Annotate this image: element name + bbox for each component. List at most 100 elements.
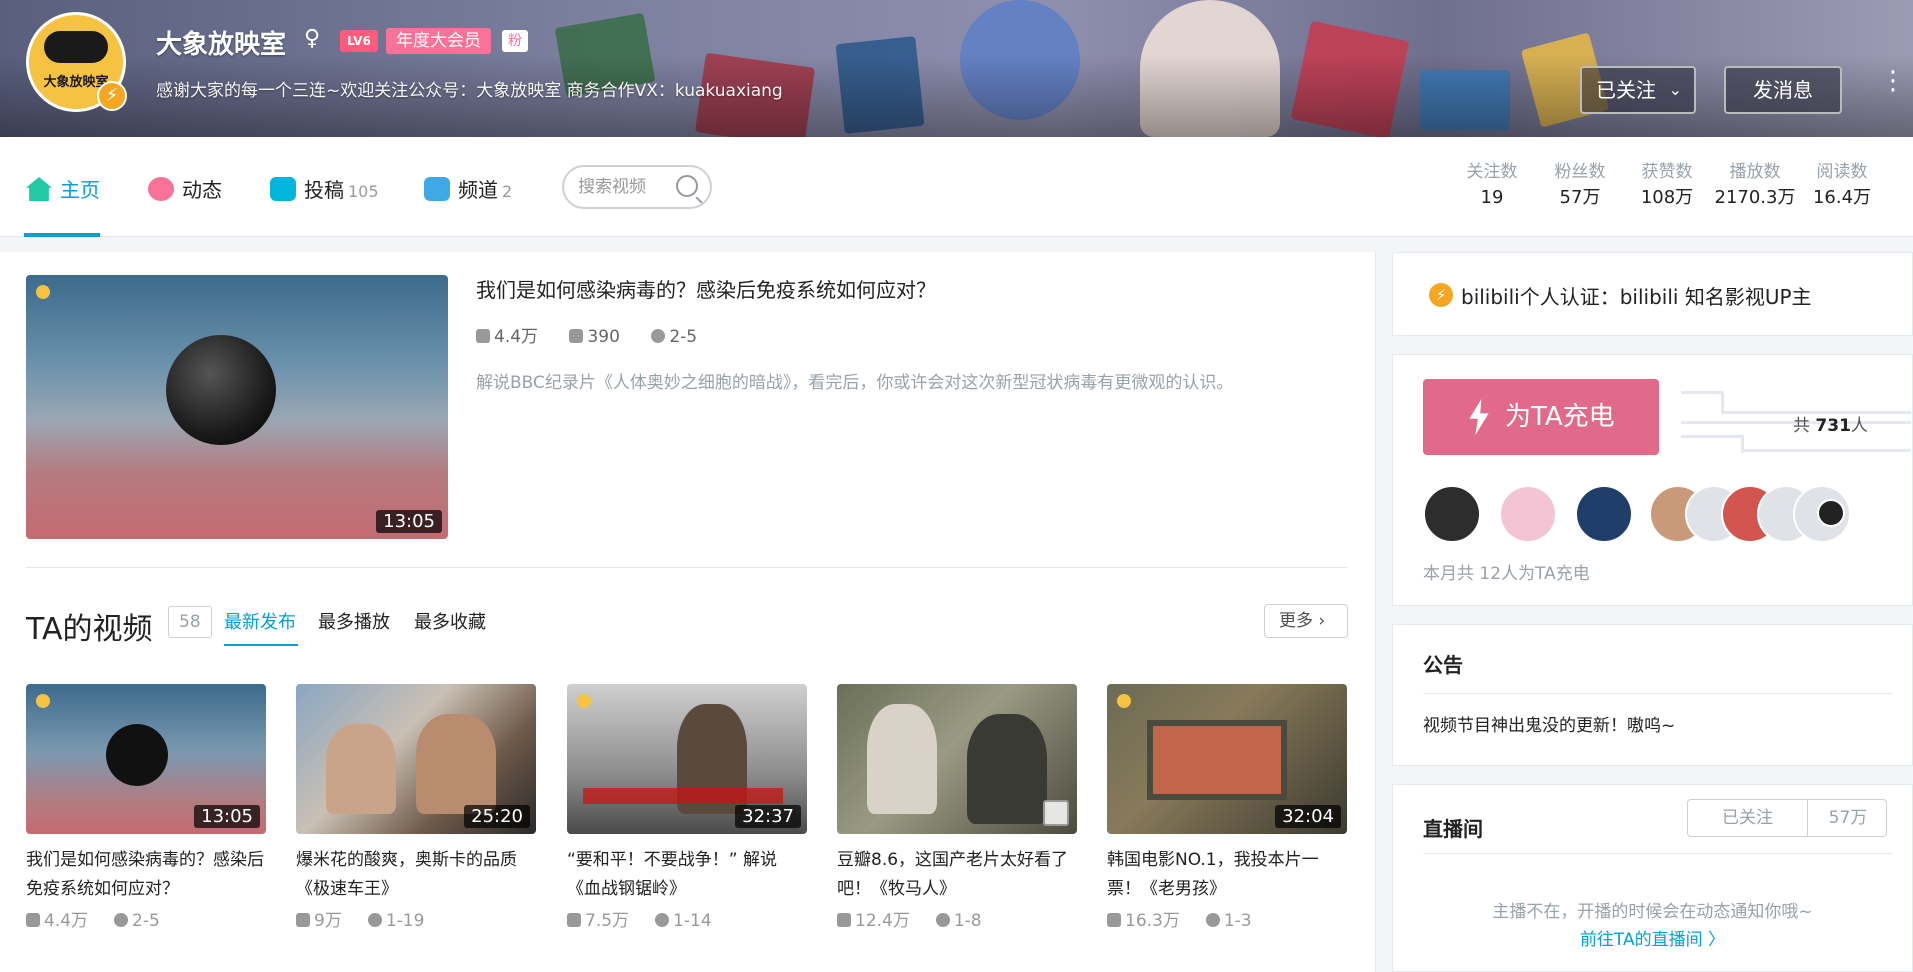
actress-image xyxy=(867,704,937,814)
video-duration: 32:37 xyxy=(735,805,801,828)
search-videos-input[interactable]: 搜索视频 xyxy=(562,165,712,209)
active-tab-indicator xyxy=(24,233,100,237)
video-title[interactable]: “要和平！不要战争！” 解说《血战钢锯岭》 xyxy=(567,846,807,904)
publish-date: 2-5 xyxy=(669,327,698,347)
avatar[interactable] xyxy=(1423,485,1481,543)
search-placeholder: 搜索视频 xyxy=(578,177,646,197)
channel-watermark xyxy=(1117,694,1163,724)
video-title[interactable]: 我们是如何感染病毒的？感染后免疫系统如何应对？ xyxy=(26,846,266,904)
play-count: 9万 xyxy=(314,911,342,931)
video-title[interactable]: 韩国电影NO.1，我投本片一票！《老男孩》 xyxy=(1107,846,1347,904)
channel-watermark xyxy=(577,694,623,724)
publish-date: 1-19 xyxy=(385,911,425,931)
live-follow-pill[interactable]: 已关注 57万 xyxy=(1687,799,1887,837)
stat-value: 108万 xyxy=(1640,187,1694,208)
channel-icon xyxy=(424,177,450,201)
profile-nav: 主页 动态 投稿 105 频道 2 搜索视频 关注数 19 粉丝数 57万 获赞数 … xyxy=(0,137,1913,237)
video-card[interactable]: 13:05 我们是如何感染病毒的？感染后免疫系统如何应对？ 4.4万 2-5 xyxy=(26,684,266,931)
section-title: TA的视频 xyxy=(26,612,153,647)
clock-icon xyxy=(367,913,382,927)
more-options-icon[interactable]: ⋮ xyxy=(1880,68,1906,110)
actor-image xyxy=(967,714,1047,824)
live-room-card: 直播间 已关注 57万 主播不在，开播的时候会在动态通知你哦~ 前往TA的直播间… xyxy=(1392,784,1913,972)
tab-most-favorited[interactable]: 最多收藏 xyxy=(414,608,486,634)
divider xyxy=(1423,853,1893,854)
stat-value: 2170.3万 xyxy=(1714,187,1796,208)
actor-image xyxy=(1147,720,1287,800)
featured-video-thumbnail[interactable]: 13:05 xyxy=(26,275,448,539)
publish-date: 1-3 xyxy=(1223,911,1252,931)
vip-badge[interactable]: 年度大会员 xyxy=(386,28,491,54)
video-thumbnail[interactable]: 32:37 xyxy=(567,684,807,834)
video-thumbnail[interactable]: 13:05 xyxy=(26,684,266,834)
video-card[interactable]: 25:20 爆米花的酸爽，奥斯卡的品质《极速车王》 9万 1-19 xyxy=(296,684,536,931)
actor-image xyxy=(326,724,396,814)
danmaku-count: 390 xyxy=(587,327,620,347)
signature: 感谢大家的每一个三连~欢迎关注公众号：大象放映室 商务合作VX：kuakuaxi… xyxy=(156,81,783,101)
stat-label: 播放数 xyxy=(1729,162,1781,182)
fan-badge[interactable]: 粉 xyxy=(502,30,528,52)
stat-value: 19 xyxy=(1480,187,1504,208)
play-icon xyxy=(476,329,490,343)
total-prefix: 共 xyxy=(1793,416,1810,436)
stat-reads: 阅读数 16.4万 xyxy=(1810,159,1874,211)
send-message-button[interactable]: 发消息 xyxy=(1724,66,1842,114)
stat-following[interactable]: 关注数 19 xyxy=(1462,159,1522,211)
tab-latest[interactable]: 最新发布 xyxy=(224,608,296,634)
video-title[interactable]: 爆米花的酸爽，奥斯卡的品质《极速车王》 xyxy=(296,846,536,904)
stat-label: 粉丝数 xyxy=(1554,162,1606,182)
tv-icon xyxy=(270,177,296,201)
live-follow-button[interactable]: 已关注 xyxy=(1688,800,1808,836)
go-to-live-room-link[interactable]: 前往TA的直播间 〉 xyxy=(1393,925,1912,950)
charge-label: 为TA充电 xyxy=(1505,402,1615,432)
stat-value: 16.4万 xyxy=(1812,187,1872,208)
tab-count: 2 xyxy=(502,182,513,201)
supporter-avatars xyxy=(1423,485,1883,543)
stat-fans[interactable]: 粉丝数 57万 xyxy=(1550,159,1610,211)
play-count: 4.4万 xyxy=(44,911,89,931)
live-offline-message: 主播不在，开播的时候会在动态通知你哦~ xyxy=(1492,902,1813,922)
virus-image xyxy=(106,724,168,786)
female-icon: ♀ xyxy=(304,26,321,51)
total-count: 731 xyxy=(1815,416,1851,436)
channel-watermark xyxy=(36,285,82,315)
publish-date: 2-5 xyxy=(132,911,160,931)
featured-video-description: 解说BBC纪录片《人体奥妙之细胞的暗战》，看完后，你或许会对这次新型冠状病毒有更… xyxy=(476,373,1234,393)
followed-button[interactable]: 已关注 ⌄ xyxy=(1580,66,1696,114)
tab-channel[interactable]: 频道 2 xyxy=(424,175,512,205)
tab-most-played[interactable]: 最多播放 xyxy=(318,608,390,634)
tab-uploads[interactable]: 投稿 105 xyxy=(270,175,379,205)
notice-card: 公告 视频节目神出鬼没的更新！嗷呜~ xyxy=(1392,624,1913,766)
avatar[interactable]: 大象放映室 ⚡ xyxy=(26,12,127,112)
divider xyxy=(1423,693,1893,694)
tab-home[interactable]: 主页 xyxy=(26,175,100,205)
followed-label: 已关注 xyxy=(1596,78,1656,102)
live-follower-count: 57万 xyxy=(1828,808,1868,828)
play-icon xyxy=(26,913,40,927)
tab-dynamic[interactable]: 动态 xyxy=(148,175,222,205)
play-icon xyxy=(567,913,581,927)
avatar[interactable] xyxy=(1817,499,1845,527)
video-thumbnail[interactable] xyxy=(837,684,1077,834)
watch-later-icon[interactable] xyxy=(1043,800,1069,826)
more-label: 更多 xyxy=(1279,611,1313,631)
video-thumbnail[interactable]: 25:20 xyxy=(296,684,536,834)
video-thumbnail[interactable]: 32:04 xyxy=(1107,684,1347,834)
more-button[interactable]: 更多 › xyxy=(1264,604,1348,638)
video-card[interactable]: 32:04 韩国电影NO.1，我投本片一票！《老男孩》 16.3万 1-3 xyxy=(1107,684,1347,931)
featured-video-title[interactable]: 我们是如何感染病毒的？感染后免疫系统如何应对？ xyxy=(476,274,936,303)
avatar[interactable] xyxy=(1499,485,1557,543)
charge-button[interactable]: 为TA充电 xyxy=(1423,379,1659,455)
clock-icon xyxy=(651,329,666,343)
username[interactable]: 大象放映室 xyxy=(156,24,286,61)
profile-banner: 大象放映室 ⚡ 大象放映室 ♀ LV6 年度大会员 粉 感谢大家的每一个三连~欢… xyxy=(0,0,1913,137)
search-icon[interactable] xyxy=(676,175,698,197)
video-card[interactable]: 32:37 “要和平！不要战争！” 解说《血战钢锯岭》 7.5万 1-14 xyxy=(567,684,807,931)
avatar[interactable] xyxy=(1575,485,1633,543)
video-card[interactable]: 豆瓣8.6，这国产老片太好看了吧！《牧马人》 12.4万 1-8 xyxy=(837,684,1077,931)
play-icon xyxy=(837,913,851,927)
video-title[interactable]: 豆瓣8.6，这国产老片太好看了吧！《牧马人》 xyxy=(837,846,1077,904)
play-count: 16.3万 xyxy=(1125,911,1180,931)
play-count: 7.5万 xyxy=(585,911,630,931)
publish-date: 1-14 xyxy=(673,911,712,931)
